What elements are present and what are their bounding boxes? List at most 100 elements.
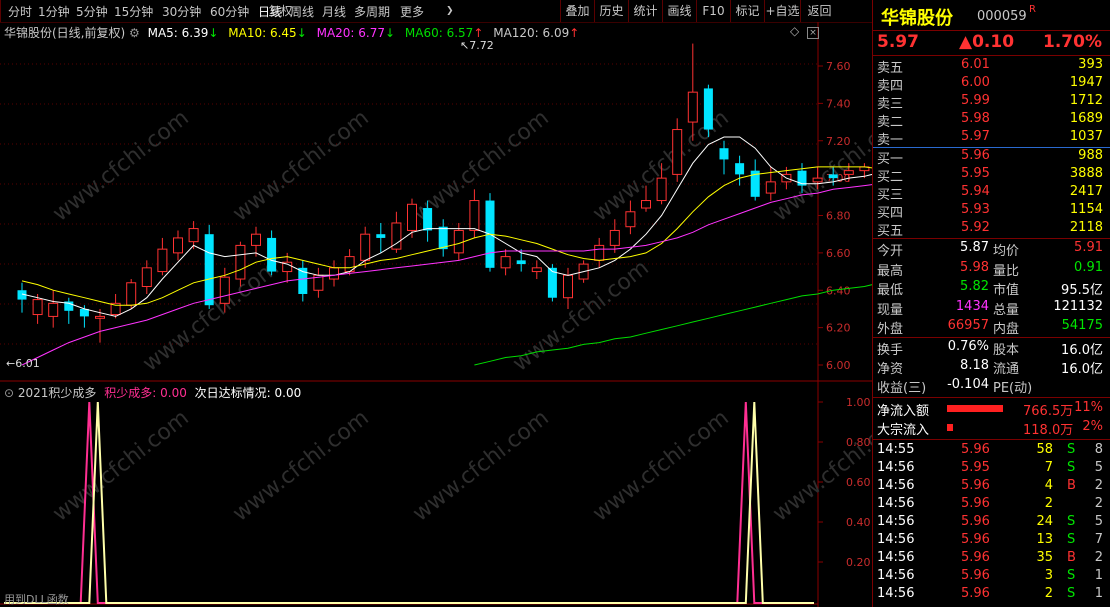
tick-count: 5 bbox=[1094, 460, 1103, 475]
stat-value: 121132 bbox=[1053, 298, 1103, 314]
fundamental-row: 收益(三) -0.104 PE(动) bbox=[877, 377, 1107, 396]
candle-body bbox=[531, 267, 542, 273]
settings-icon[interactable]: ⚙ bbox=[129, 26, 140, 40]
tick-row[interactable]: 14:56 5.96 3 S 1 bbox=[877, 568, 1107, 586]
candle-body bbox=[516, 260, 526, 265]
stat-label: 均价 bbox=[993, 244, 1020, 259]
close-icon[interactable]: × bbox=[807, 27, 820, 39]
diamond-icon[interactable]: ◇ bbox=[790, 24, 799, 38]
indicator-line1-legend: 积少成多: 0.00 bbox=[104, 386, 187, 400]
candle-body bbox=[703, 88, 713, 130]
stat-label: 市值 bbox=[993, 283, 1020, 298]
bid-row[interactable]: 买三 5.94 2417 bbox=[877, 184, 1107, 203]
ma-line-ma5 bbox=[21, 136, 872, 317]
stat-row: 今开 5.87 均价 5.91 bbox=[877, 240, 1107, 259]
bid-price: 5.95 bbox=[961, 166, 990, 181]
fundamental-label: 换手 bbox=[877, 343, 904, 358]
tool-button-2[interactable]: 历史 bbox=[594, 0, 628, 22]
ask-row[interactable]: 卖四 6.00 1947 bbox=[877, 75, 1107, 94]
bid-row[interactable]: 买二 5.95 3888 bbox=[877, 166, 1107, 185]
ask-label: 卖四 bbox=[877, 79, 904, 94]
stat-label: 最高 bbox=[877, 263, 904, 279]
watermark-text: www.cfchi.com bbox=[588, 405, 733, 526]
tick-row[interactable]: 14:55 5.96 58 S 8 bbox=[877, 442, 1107, 460]
tick-price: 5.96 bbox=[961, 514, 990, 529]
stat-value: 5.91 bbox=[1074, 240, 1103, 255]
candle-body bbox=[407, 203, 417, 231]
tick-count: 1 bbox=[1094, 568, 1103, 583]
tool-button-7[interactable]: +自选 bbox=[764, 0, 800, 22]
stat-value: 5.82 bbox=[960, 279, 989, 294]
tick-row[interactable]: 14:56 5.96 2 S 1 bbox=[877, 586, 1107, 604]
stat-label: 量比 bbox=[993, 263, 1020, 279]
ask-price: 6.01 bbox=[961, 57, 990, 72]
bid-label: 买三 bbox=[877, 188, 904, 203]
ask-volume: 1712 bbox=[1069, 93, 1103, 108]
ask-volume: 1037 bbox=[1069, 129, 1103, 144]
tick-price: 5.96 bbox=[961, 568, 990, 583]
kline-chart[interactable]: 7.607.407.207.006.806.606.406.206.00www.… bbox=[0, 22, 872, 607]
tick-row[interactable]: 14:56 5.96 2 2 bbox=[877, 496, 1107, 514]
low-price-marker: ←6.01 bbox=[6, 357, 40, 370]
ask-row[interactable]: 卖二 5.98 1689 bbox=[877, 111, 1107, 130]
candle-body bbox=[235, 244, 246, 280]
tick-row[interactable]: 14:56 5.96 24 S 5 bbox=[877, 514, 1107, 532]
flow-pct: 2% bbox=[1082, 419, 1103, 434]
tick-count: 2 bbox=[1094, 550, 1103, 565]
tool-button-6[interactable]: 标记 bbox=[730, 0, 764, 22]
price-axis-label: 7.40 bbox=[826, 97, 851, 110]
tick-side: S bbox=[1067, 568, 1076, 583]
indicator-header: ⊙ 2021积少成多 积少成多: 0.00 次日达标情况: 0.00 bbox=[4, 384, 301, 401]
price-change: ▲0.10 bbox=[959, 32, 1015, 52]
watermark-text: www.cfchi.com bbox=[48, 105, 193, 226]
tick-time: 14:56 bbox=[877, 550, 915, 565]
bid-price: 5.94 bbox=[961, 184, 990, 199]
ask-row[interactable]: 卖一 5.97 1037 bbox=[877, 129, 1107, 148]
tool-button-8[interactable]: 返回 bbox=[800, 0, 838, 22]
flow-bar bbox=[947, 424, 953, 431]
ma120-legend: MA120: 6.09 bbox=[493, 26, 570, 40]
tick-side: B bbox=[1067, 478, 1076, 493]
tool-button-0[interactable]: 复权 bbox=[0, 0, 560, 22]
indicator-axis-label: 0.40 bbox=[846, 516, 871, 529]
price-axis-label: 6.00 bbox=[826, 359, 851, 372]
candle-body bbox=[453, 229, 464, 254]
stat-value: 95.5亿 bbox=[1061, 283, 1103, 298]
watermark-text: www.cfchi.com bbox=[768, 105, 872, 226]
bid-price: 5.96 bbox=[961, 148, 990, 163]
tool-button-4[interactable]: 画线 bbox=[662, 0, 696, 22]
price-axis-label: 6.60 bbox=[826, 247, 851, 260]
ma10-legend: MA10: 6.45 bbox=[228, 26, 297, 40]
fundamental-label: 收益(三) bbox=[877, 381, 927, 396]
tick-count: 7 bbox=[1094, 532, 1103, 547]
tick-row[interactable]: 14:56 5.95 7 S 5 bbox=[877, 460, 1107, 478]
tool-button-1[interactable]: 叠加 bbox=[560, 0, 594, 22]
fundamental-value: 0.76% bbox=[947, 339, 989, 354]
candle-body bbox=[672, 129, 683, 175]
quote-panel: 华锦股份 000059 R 5.97 ▲0.10 1.70% 卖五 6.01 3… bbox=[872, 0, 1110, 607]
tool-button-5[interactable]: F10 bbox=[696, 0, 730, 22]
tool-button-3[interactable]: 统计 bbox=[628, 0, 662, 22]
tick-row[interactable]: 14:56 5.96 35 B 2 bbox=[877, 550, 1107, 568]
candle-body bbox=[812, 177, 823, 183]
current-price: 5.97 bbox=[877, 32, 919, 52]
fundamental-label: 股本 bbox=[993, 343, 1020, 358]
bid-row[interactable]: 买五 5.92 2118 bbox=[877, 220, 1107, 239]
tick-side: B bbox=[1067, 550, 1076, 565]
ask-row[interactable]: 卖五 6.01 393 bbox=[877, 57, 1107, 76]
flow-label: 净流入额 bbox=[877, 404, 930, 419]
fundamental-value: 16.0亿 bbox=[1061, 362, 1103, 377]
watermark-text: www.cfchi.com bbox=[768, 405, 872, 526]
tick-row[interactable]: 14:56 5.96 4 B 2 bbox=[877, 478, 1107, 496]
stat-row: 现量 1434 总量 121132 bbox=[877, 298, 1107, 318]
tick-time: 14:56 bbox=[877, 568, 915, 583]
stat-row: 外盘 66957 内盘 54175 bbox=[877, 318, 1107, 337]
bid-row[interactable]: 买四 5.93 1154 bbox=[877, 202, 1107, 221]
indicator-toggle-icon[interactable]: ⊙ bbox=[4, 386, 14, 400]
ask-row[interactable]: 卖三 5.99 1712 bbox=[877, 93, 1107, 112]
tick-count: 2 bbox=[1094, 478, 1103, 493]
price-axis-label: 6.80 bbox=[826, 210, 851, 223]
bid-row[interactable]: 买一 5.96 988 bbox=[877, 148, 1107, 167]
candle-body bbox=[625, 211, 636, 228]
tick-row[interactable]: 14:56 5.96 13 S 7 bbox=[877, 532, 1107, 550]
